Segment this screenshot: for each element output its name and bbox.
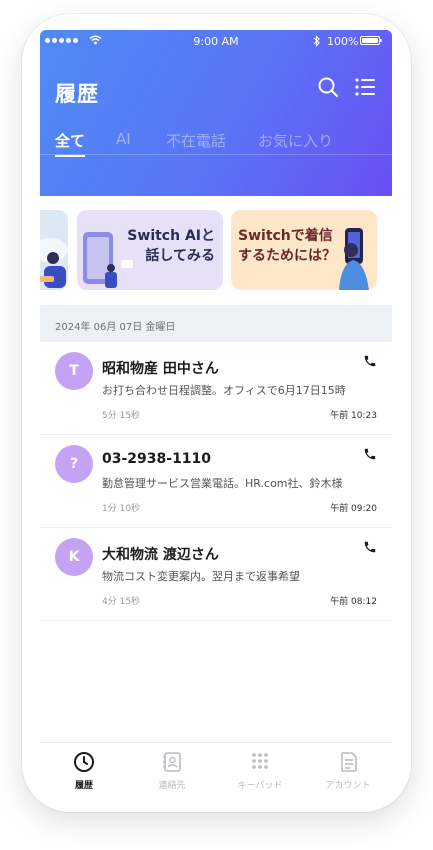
date-section-header: 2024年 06月 07日 金曜日 <box>40 305 392 342</box>
tabbar-history[interactable]: 履歴 <box>40 743 128 800</box>
caller-name: 昭和物産 田中さん <box>102 361 219 377</box>
status-bar: 9:00 AM 100% <box>40 30 392 52</box>
banner-call-line1: Switchで着信 <box>238 228 333 244</box>
page-title: 履歴 <box>55 82 99 106</box>
phone-icon[interactable] <box>363 354 377 368</box>
call-duration: 4分 15秒 <box>102 597 141 607</box>
tabbar-account-label: アカウント <box>325 781 371 791</box>
banner-ai-line2: 話してみる <box>145 248 215 264</box>
search-icon[interactable] <box>317 76 339 98</box>
tabbar-contacts[interactable]: 連絡先 <box>128 743 216 800</box>
filter-tabs: 全て AI 不在電話 お気に入り <box>40 130 392 157</box>
call-summary: 物流コスト変更案内。翌月まで返事希望 <box>102 570 300 583</box>
contacts-icon <box>163 752 181 772</box>
phone-icon[interactable] <box>363 447 377 461</box>
person-illustration <box>40 238 68 288</box>
phone-icon[interactable] <box>363 540 377 554</box>
caller-name: 03-2938-1110 <box>102 451 212 467</box>
call-time: 午前 08:12 <box>330 597 377 607</box>
avatar: T <box>55 352 93 390</box>
app-screen: 9:00 AM 100% 履歴 全て AI 不在電話 お気に入り Switch … <box>40 30 392 800</box>
tab-missed[interactable]: 不在電話 <box>166 130 226 151</box>
call-duration: 5分 15秒 <box>102 411 141 421</box>
call-time: 午前 10:23 <box>330 411 377 421</box>
call-time: 午前 09:20 <box>330 504 377 514</box>
banner-switch-ai[interactable]: Switch AIと 話してみる <box>77 210 223 290</box>
banner-ai-line1: Switch AIと <box>127 228 215 244</box>
banner-carousel: Switch AIと 話してみる Switchで着信 するためには？ <box>40 210 392 290</box>
tabbar-history-label: 履歴 <box>74 781 93 791</box>
call-summary: お打ち合わせ日程調整。オフィスで6月17日15時 <box>102 384 346 397</box>
banner-previous[interactable] <box>40 210 68 290</box>
banner-call-text: Switchで着信 するためには？ <box>238 226 336 266</box>
call-duration: 1分 10秒 <box>102 504 141 514</box>
tabbar-account[interactable]: アカウント <box>304 743 392 800</box>
call-list-item[interactable]: ? 03-2938-1110 勤怠管理サービス営業電話。HR.com社、鈴木様 … <box>40 435 392 528</box>
banner-call-line2: するためには？ <box>238 248 336 264</box>
tab-all[interactable]: 全て <box>55 130 86 157</box>
bottom-tab-bar: 履歴 連絡先 キーパッド アカウント <box>40 742 392 800</box>
call-list-item[interactable]: K 大和物流 渡辺さん 物流コスト変更案内。翌月まで返事希望 4分 15秒 午前… <box>40 528 392 621</box>
tab-favorites[interactable]: お気に入り <box>258 130 333 151</box>
tabbar-keypad[interactable]: キーパッド <box>216 743 304 800</box>
phone-call-illustration <box>339 228 369 290</box>
call-list-item[interactable]: T 昭和物産 田中さん お打ち合わせ日程調整。オフィスで6月17日15時 5分 … <box>40 342 392 435</box>
list-filter-icon[interactable] <box>354 76 376 98</box>
banner-ai-text: Switch AIと 話してみる <box>127 226 215 266</box>
bluetooth-icon <box>313 35 320 47</box>
battery-icon <box>360 36 382 45</box>
call-summary: 勤怠管理サービス営業電話。HR.com社、鈴木様 <box>102 477 343 490</box>
avatar: ? <box>55 445 93 483</box>
avatar: K <box>55 538 93 576</box>
banner-switch-incoming[interactable]: Switchで着信 するためには？ <box>231 210 377 290</box>
tabs-divider <box>40 154 392 155</box>
tabbar-keypad-label: キーパッド <box>237 781 283 791</box>
header: 9:00 AM 100% 履歴 全て AI 不在電話 お気に入り <box>40 30 392 196</box>
date-label: 2024年 06月 07日 金曜日 <box>55 322 176 333</box>
battery-percentage: 100% <box>327 35 359 48</box>
tabbar-contacts-label: 連絡先 <box>158 781 186 791</box>
caller-name: 大和物流 渡辺さん <box>102 547 219 563</box>
clock-icon <box>74 752 94 772</box>
keypad-icon <box>252 753 268 769</box>
account-icon <box>341 752 357 772</box>
tab-ai[interactable]: AI <box>116 130 131 148</box>
